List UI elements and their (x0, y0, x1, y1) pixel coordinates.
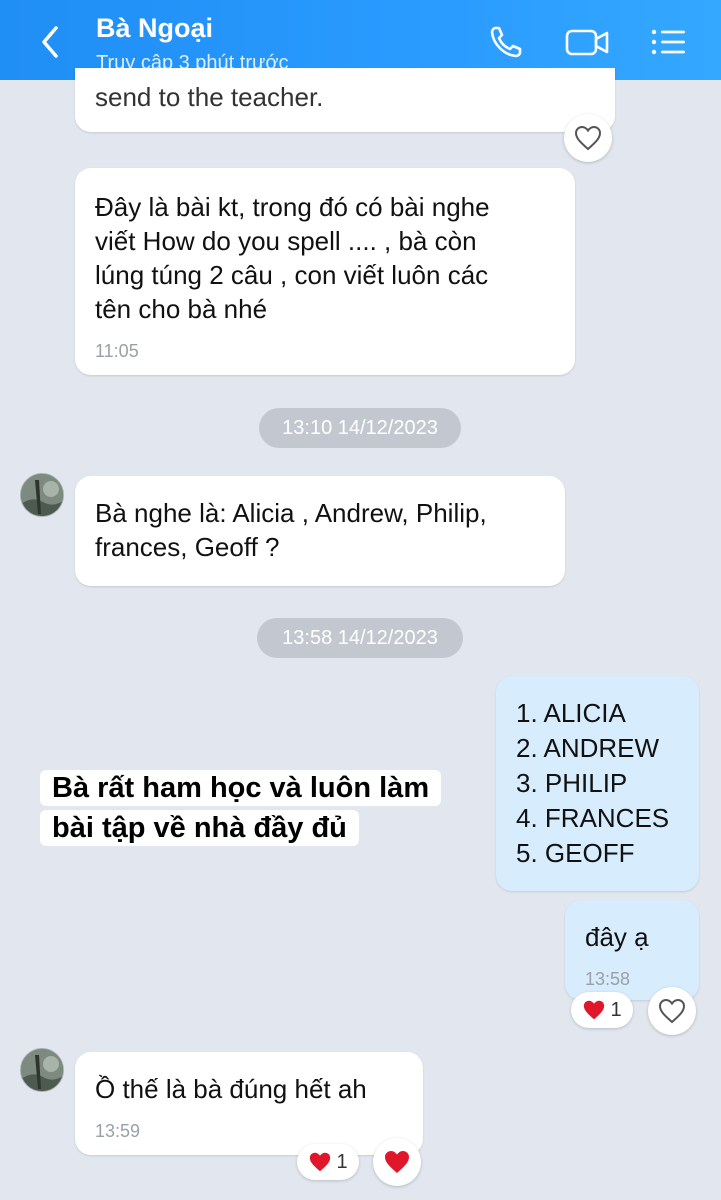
message-bubble-outgoing[interactable]: đây ạ 13:58 (565, 900, 699, 1000)
heart-icon (584, 1000, 605, 1020)
message-bubble-incoming[interactable]: Đây là bài kt, trong đó có bài nghe viết… (75, 168, 575, 375)
message-text: send to the teacher. (95, 82, 324, 112)
message-text: 1. ALICIA 2. ANDREW 3. PHILIP 4. FRANCES… (516, 698, 670, 868)
heart-outline-icon[interactable] (648, 987, 696, 1035)
reaction-summary[interactable]: 1 (571, 992, 633, 1028)
date-separator: 13:10 14/12/2023 (259, 408, 461, 448)
contact-name[interactable]: Bà Ngoại (96, 13, 213, 44)
avatar[interactable] (20, 473, 64, 517)
message-bubble-incoming[interactable]: send to the teacher. (75, 68, 615, 132)
message-bubble-incoming[interactable]: Ồ thế là bà đúng hết ah 13:59 (75, 1052, 423, 1155)
message-text: Đây là bài kt, trong đó có bài nghe viết… (95, 192, 490, 324)
list-menu-icon[interactable] (648, 22, 692, 62)
date-separator: 13:58 14/12/2023 (257, 618, 463, 658)
reaction-count: 1 (336, 1150, 348, 1173)
message-text: đây ạ (585, 922, 649, 952)
message-bubble-incoming[interactable]: Bà nghe là: Alicia , Andrew, Philip, fra… (75, 476, 565, 586)
chevron-left-icon[interactable] (34, 22, 68, 62)
message-text: Bà nghe là: Alicia , Andrew, Philip, fra… (95, 498, 487, 562)
message-timestamp: 11:05 (95, 341, 139, 361)
message-bubble-outgoing[interactable]: 1. ALICIA 2. ANDREW 3. PHILIP 4. FRANCES… (496, 676, 699, 891)
message-timestamp: 13:59 (95, 1121, 141, 1141)
heart-filled-icon[interactable] (373, 1138, 421, 1186)
heart-icon (310, 1152, 331, 1172)
phone-icon[interactable] (486, 22, 530, 62)
heart-outline-icon[interactable] (564, 114, 612, 162)
overlay-caption: Bà rất ham học và luôn làm bài tập về nh… (40, 768, 480, 848)
reaction-summary[interactable]: 1 (297, 1144, 359, 1180)
message-timestamp: 13:58 (585, 969, 631, 989)
caption-text: Bà rất ham học và luôn làm bài tập về nh… (40, 770, 442, 846)
video-camera-icon[interactable] (564, 22, 609, 62)
reaction-count: 1 (610, 998, 622, 1021)
avatar[interactable] (20, 1048, 64, 1092)
message-text: Ồ thế là bà đúng hết ah (95, 1074, 367, 1104)
